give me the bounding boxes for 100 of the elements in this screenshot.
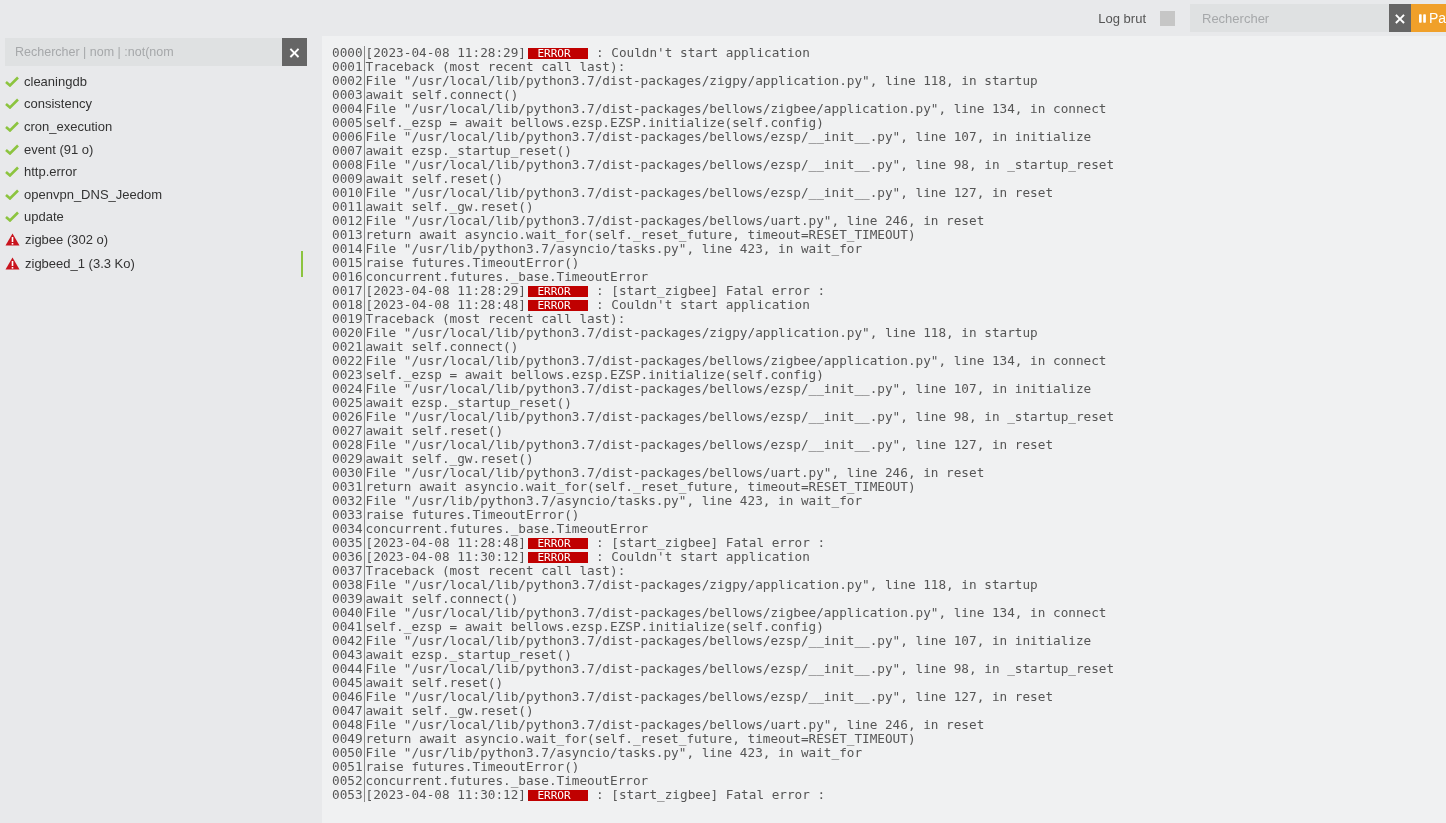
line-number: 0015 <box>332 256 365 270</box>
line-number: 0027 <box>332 424 365 438</box>
log-message: : [start_zigbee] Fatal error : <box>596 788 826 802</box>
line-number: 0007 <box>332 144 365 158</box>
log-line: await self.connect() <box>365 88 519 102</box>
line-number: 0039 <box>332 592 365 606</box>
line-number: 0040 <box>332 606 365 620</box>
clear-search-button[interactable]: × <box>282 38 307 66</box>
log-file-item[interactable]: cron_execution <box>5 115 303 138</box>
log-file-item[interactable]: event (91 o) <box>5 137 303 161</box>
line-number: 0047 <box>332 704 365 718</box>
line-number: 0009 <box>332 172 365 186</box>
log-line: await self._gw.reset() <box>365 704 534 718</box>
line-number: 0044 <box>332 662 365 676</box>
log-file-item[interactable]: http.error <box>5 160 303 183</box>
line-number: 0005 <box>332 116 365 130</box>
error-badge: ERROR <box>528 285 588 297</box>
log-line: concurrent.futures._base.TimeoutError <box>365 270 649 284</box>
line-number: 0001 <box>332 60 365 74</box>
log-file-item[interactable]: zigbee (302 o) <box>5 228 303 251</box>
log-line: await self._gw.reset() <box>365 452 534 466</box>
log-line: await self.connect() <box>365 340 519 354</box>
line-number: 0029 <box>332 452 365 466</box>
check-icon <box>5 98 19 110</box>
log-search-field[interactable]: Rechercher | nom | :not(nom <box>5 38 282 66</box>
log-line: File "/usr/local/lib/python3.7/dist-packages/bellows/zigbee/application.py", line 134, in connect <box>365 102 1107 116</box>
log-line: await self.connect() <box>365 592 519 606</box>
check-icon <box>5 211 19 223</box>
log-file-item[interactable]: update <box>5 205 303 229</box>
log-file-item[interactable]: consistency <box>5 92 303 116</box>
log-line: concurrent.futures._base.TimeoutError <box>365 522 649 536</box>
line-number: 0024 <box>332 382 365 396</box>
log-line: File "/usr/local/lib/python3.7/dist-packages/bellows/ezsp/__init__.py", line 107, in initialize <box>365 130 1092 144</box>
line-number: 0022 <box>332 354 365 368</box>
line-number: 0048 <box>332 718 365 732</box>
log-message: : Couldn't start application <box>596 550 810 564</box>
raw-log-checkbox[interactable] <box>1160 10 1175 26</box>
line-number: 0018 <box>332 298 365 312</box>
line-number: 0032 <box>332 494 365 508</box>
line-number: 0045 <box>332 676 365 690</box>
log-file-item[interactable]: zigbeed_1 (3.3 Ko) <box>5 250 303 277</box>
check-icon <box>5 143 19 155</box>
log-line: await ezsp._startup_reset() <box>365 396 572 410</box>
line-number: 0026 <box>332 410 365 424</box>
line-number: 0046 <box>332 690 365 704</box>
line-number: 0019 <box>332 312 365 326</box>
log-line: await ezsp._startup_reset() <box>365 648 572 662</box>
error-badge: ERROR <box>528 299 588 311</box>
line-number: 0002 <box>332 74 365 88</box>
error-badge: ERROR <box>528 551 588 563</box>
error-badge: ERROR <box>528 537 588 549</box>
log-line: File "/usr/local/lib/python3.7/dist-packages/bellows/ezsp/__init__.py", line 107, in initialize <box>365 634 1092 648</box>
log-line: self._ezsp = await bellows.ezsp.EZSP.initialize(self.config) <box>365 368 824 382</box>
line-number: 0052 <box>332 774 365 788</box>
log-line: File "/usr/local/lib/python3.7/dist-packages/bellows/ezsp/__init__.py", line 107, in initialize <box>365 382 1092 396</box>
log-line: File "/usr/local/lib/python3.7/dist-packages/bellows/ezsp/__init__.py", line 98, in _startup_reset <box>365 158 1115 172</box>
log-message: : Couldn't start application <box>596 46 810 60</box>
log-message: : [start_zigbee] Fatal error : <box>596 284 826 298</box>
line-number: 0036 <box>332 550 365 564</box>
log-message: : Couldn't start application <box>596 298 810 312</box>
log-line: await self.reset() <box>365 676 504 690</box>
log-line: concurrent.futures._base.TimeoutError <box>365 774 649 788</box>
check-icon <box>5 166 19 178</box>
clear-search-button[interactable]: × <box>1389 4 1411 32</box>
line-number: 0023 <box>332 368 365 382</box>
log-line: File "/usr/local/lib/python3.7/dist-packages/bellows/uart.py", line 246, in reset <box>365 214 985 228</box>
log-line: raise futures.TimeoutError() <box>365 760 580 774</box>
log-line: return await asyncio.wait_for(self._reset_future, timeout=RESET_TIMEOUT) <box>365 732 916 746</box>
log-line: File "/usr/lib/python3.7/asyncio/tasks.py", line 423, in wait_for <box>365 746 863 760</box>
log-line: File "/usr/local/lib/python3.7/dist-packages/zigpy/application.py", line 118, in startup <box>365 578 1038 592</box>
log-line: File "/usr/local/lib/python3.7/dist-packages/zigpy/application.py", line 118, in startup <box>365 74 1038 88</box>
log-timestamp: [2023-04-08 11:28:48] <box>365 298 526 312</box>
log-file-item[interactable]: openvpn_DNS_Jeedom <box>5 182 303 206</box>
line-number: 0031 <box>332 480 365 494</box>
log-line: File "/usr/local/lib/python3.7/dist-packages/bellows/zigbee/application.py", line 134, in connect <box>365 354 1107 368</box>
log-line: File "/usr/local/lib/python3.7/dist-packages/bellows/uart.py", line 246, in reset <box>365 718 985 732</box>
log-line: raise futures.TimeoutError() <box>365 256 580 270</box>
line-number: 0049 <box>332 732 365 746</box>
pause-icon <box>1419 12 1426 24</box>
log-line: Traceback (most recent call last): <box>365 60 626 74</box>
line-number: 0020 <box>332 326 365 340</box>
log-line: self._ezsp = await bellows.ezsp.EZSP.initialize(self.config) <box>365 620 824 634</box>
log-line: File "/usr/local/lib/python3.7/dist-packages/bellows/ezsp/__init__.py", line 127, in reset <box>365 186 1054 200</box>
log-line: File "/usr/local/lib/python3.7/dist-packages/bellows/zigbee/application.py", line 134, in connect <box>365 606 1107 620</box>
line-number: 0013 <box>332 228 365 242</box>
error-badge: ERROR <box>528 789 588 801</box>
raw-log-label: Log brut <box>1098 10 1146 26</box>
log-line: File "/usr/local/lib/python3.7/dist-packages/bellows/ezsp/__init__.py", line 98, in _startup_reset <box>365 410 1115 424</box>
line-number: 0011 <box>332 200 365 214</box>
line-number: 0008 <box>332 158 365 172</box>
line-number: 0033 <box>332 508 365 522</box>
line-number: 0034 <box>332 522 365 536</box>
search-field[interactable]: Rechercher <box>1190 4 1389 32</box>
log-line: self._ezsp = await bellows.ezsp.EZSP.initialize(self.config) <box>365 116 824 130</box>
log-timestamp: [2023-04-08 11:28:29] <box>365 284 526 298</box>
log-file-item[interactable]: cleaningdb <box>5 70 303 93</box>
check-icon <box>5 188 19 200</box>
log-line: return await asyncio.wait_for(self._reset_future, timeout=RESET_TIMEOUT) <box>365 228 916 242</box>
line-number: 0012 <box>332 214 365 228</box>
line-number: 0035 <box>332 536 365 550</box>
